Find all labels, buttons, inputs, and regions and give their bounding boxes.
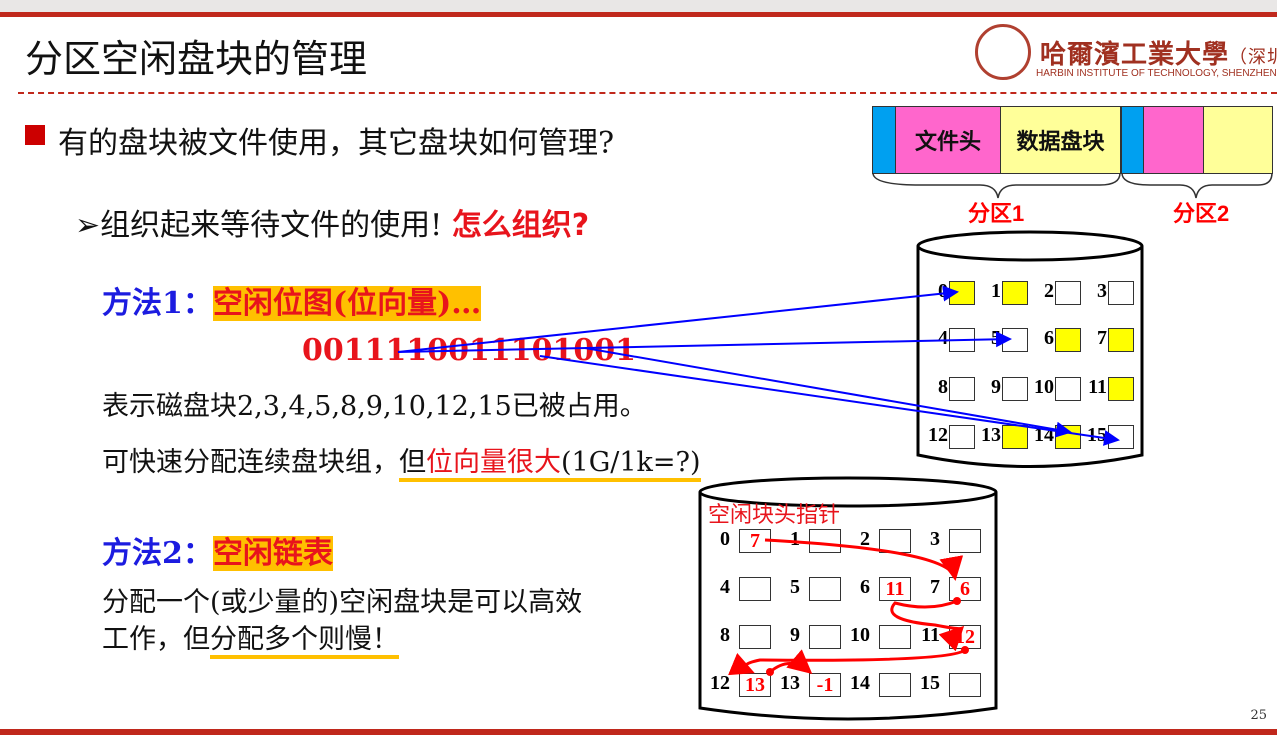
block-number: 7: [1097, 327, 1107, 349]
next-pointer-cell: 6: [949, 577, 981, 601]
next-pointer-cell: [809, 625, 841, 649]
block-number: 11: [921, 624, 940, 646]
block-number: 9: [991, 376, 1001, 398]
block-cell: [1108, 377, 1134, 401]
block-cell: [1108, 425, 1134, 449]
next-pointer-cell: 12: [949, 625, 981, 649]
block-number: 5: [790, 576, 800, 598]
block-cell: [949, 281, 975, 305]
next-pointer-cell: [879, 673, 911, 697]
block-number: 1: [790, 528, 800, 550]
block-number: 14: [1034, 424, 1054, 446]
next-pointer-cell: [809, 529, 841, 553]
next-pointer-cell: [879, 625, 911, 649]
footer-bar: [0, 729, 1277, 735]
free-head-label: 空闲块头指针: [708, 503, 841, 528]
page-number: 25: [1250, 708, 1267, 723]
block-number: 6: [860, 576, 870, 598]
block-number: 2: [1044, 280, 1054, 302]
block-cell: [1055, 425, 1081, 449]
block-number: 4: [720, 576, 730, 598]
block-cell: [1108, 328, 1134, 352]
next-pointer-cell: 11: [879, 577, 911, 601]
block-number: 11: [1088, 376, 1107, 398]
disk-cylinders: [698, 230, 1144, 721]
next-pointer-cell: 13: [739, 673, 771, 697]
block-number: 10: [850, 624, 870, 646]
block-number: 3: [1097, 280, 1107, 302]
block-number: 2: [860, 528, 870, 550]
block-number: 15: [1087, 424, 1107, 446]
block-number: 0: [938, 280, 948, 302]
block-cell: [949, 328, 975, 352]
block-number: 13: [981, 424, 1001, 446]
next-pointer-cell: [809, 577, 841, 601]
block-cell: [949, 425, 975, 449]
block-number: 15: [920, 672, 940, 694]
block-cell: [949, 377, 975, 401]
block-number: 4: [938, 327, 948, 349]
block-number: 8: [938, 376, 948, 398]
block-number: 14: [850, 672, 870, 694]
next-pointer-cell: [949, 529, 981, 553]
block-cell: [1002, 281, 1028, 305]
block-number: 8: [720, 624, 730, 646]
block-number: 0: [720, 528, 730, 550]
block-cell: [1002, 328, 1028, 352]
block-number: 12: [928, 424, 948, 446]
block-cell: [1055, 377, 1081, 401]
next-pointer-cell: -1: [809, 673, 841, 697]
block-number: 3: [930, 528, 940, 550]
block-number: 6: [1044, 327, 1054, 349]
block-cell: [1002, 425, 1028, 449]
block-cell: [1108, 281, 1134, 305]
block-cell: [1055, 328, 1081, 352]
next-pointer-cell: [739, 625, 771, 649]
block-number: 1: [991, 280, 1001, 302]
next-pointer-cell: [949, 673, 981, 697]
block-number: 10: [1034, 376, 1054, 398]
next-pointer-cell: [739, 577, 771, 601]
next-pointer-cell: [879, 529, 911, 553]
block-number: 13: [780, 672, 800, 694]
next-pointer-cell: 7: [739, 529, 771, 553]
block-cell: [1002, 377, 1028, 401]
block-cell: [1055, 281, 1081, 305]
block-number: 7: [930, 576, 940, 598]
block-number: 12: [710, 672, 730, 694]
block-number: 5: [991, 327, 1001, 349]
block-number: 9: [790, 624, 800, 646]
